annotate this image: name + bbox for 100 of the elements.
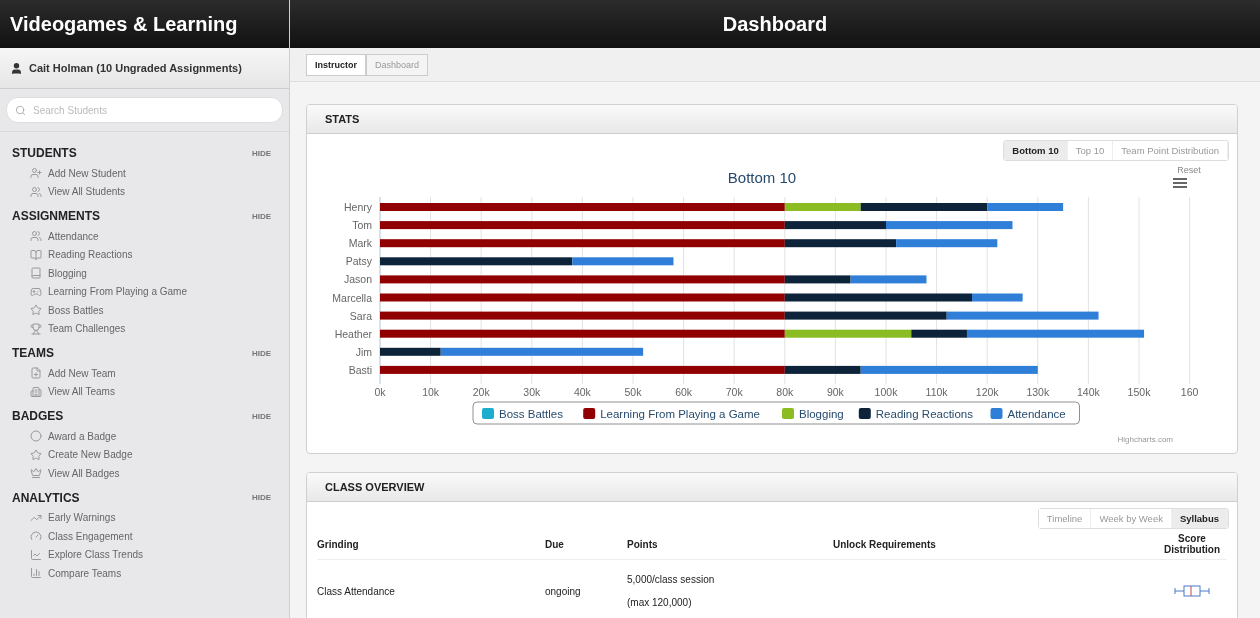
sidebar-item[interactable]: Learning From Playing a Game — [12, 282, 289, 301]
legend-label: Attendance — [1007, 408, 1066, 420]
legend-item[interactable]: Attendance — [990, 408, 1066, 420]
axis-label: Patsy — [345, 255, 372, 268]
hide-link[interactable]: HIDE — [251, 211, 271, 221]
section-title: TEAMS — [12, 346, 54, 360]
legend-item[interactable]: Learning From Playing a Game — [583, 408, 760, 420]
axis-label: 10k — [422, 386, 440, 398]
axis-label: 110k — [925, 386, 948, 398]
legend-item[interactable]: Reading Reactions — [858, 408, 973, 420]
axis-label: 40k — [573, 386, 591, 398]
item-icon — [30, 185, 42, 198]
chart-title: Bottom 10 — [727, 169, 797, 186]
sidebar-item[interactable]: Blogging — [12, 264, 289, 283]
item-icon — [30, 448, 42, 461]
column-header: Score Distribution — [1157, 529, 1227, 560]
hide-link[interactable]: HIDE — [251, 493, 271, 502]
item-icon — [30, 467, 42, 480]
axis-label: Jim — [355, 345, 372, 358]
sidebar-item[interactable]: Class Engagement — [12, 527, 289, 546]
axis-label: Heather — [334, 327, 372, 340]
item-icon — [30, 322, 42, 335]
item-icon — [30, 567, 42, 580]
item-icon — [30, 304, 42, 317]
legend-label: Blogging — [799, 408, 844, 420]
section-title: ANALYTICS — [12, 490, 80, 505]
table-cell: 5,000/class session — [627, 574, 715, 585]
axis-label: 120k — [975, 386, 999, 398]
axis-label: 30k — [523, 386, 541, 398]
sidebar-item[interactable]: Create New Badge — [12, 445, 289, 464]
section-title: ASSIGNMENTS — [12, 209, 100, 223]
axis-label: 70k — [725, 386, 743, 398]
box-plot-icon — [1174, 585, 1210, 597]
column-header: Unlock Requirements — [833, 529, 1157, 560]
axis-label: 80k — [776, 386, 794, 398]
axis-label: Henry — [344, 201, 372, 213]
axis-label: 140k — [1077, 386, 1100, 398]
sidebar-item[interactable]: Team Challenges — [12, 319, 289, 338]
axis-label: Marcella — [332, 291, 372, 304]
chart-tab[interactable]: Bottom 10 — [1004, 141, 1068, 160]
sidebar-item[interactable]: Early Warnings — [12, 508, 289, 527]
legend-label: Reading Reactions — [875, 408, 974, 420]
sidebar-item[interactable]: Explore Class Trends — [12, 545, 289, 564]
reset-label[interactable]: Reset — [1177, 165, 1201, 175]
legend-item[interactable]: Boss Battles — [482, 408, 563, 420]
axis-label: Jason — [343, 273, 372, 286]
axis-label: Sara — [349, 309, 372, 322]
sidebar-item[interactable]: Add New Student — [12, 164, 289, 183]
column-header: Points — [627, 529, 833, 560]
credit-link[interactable]: Highcharts.com — [1117, 435, 1173, 444]
breadcrumb-item[interactable]: Instructor — [306, 53, 366, 76]
axis-label: 0k — [374, 386, 386, 398]
axis-label: 90k — [826, 386, 844, 398]
axis-label: 130k — [1026, 386, 1050, 398]
axis-label: Tom — [352, 219, 372, 232]
sidebar-item[interactable]: Compare Teams — [12, 564, 289, 583]
sidebar-item[interactable]: View All Badges — [12, 464, 289, 483]
sidebar-item[interactable]: View All Teams — [12, 382, 289, 401]
search-field[interactable]: Search Students — [6, 97, 283, 123]
sidebar-item[interactable]: Add New Team — [12, 364, 289, 383]
item-icon — [30, 530, 42, 543]
axis-label: Basti — [348, 363, 372, 376]
sidebar-item[interactable]: Reading Reactions — [12, 245, 289, 264]
menu-icon[interactable] — [1173, 178, 1187, 188]
item-icon — [30, 430, 42, 443]
sidebar-item[interactable]: Award a Badge — [12, 427, 289, 446]
item-icon — [30, 267, 42, 280]
user-icon — [10, 61, 23, 75]
view-tab[interactable]: Syllabus — [1171, 509, 1228, 528]
item-icon — [30, 548, 42, 561]
sidebar-item[interactable]: Attendance — [12, 227, 289, 246]
breadcrumb-item[interactable]: Dashboard — [366, 53, 429, 76]
sidebar-item[interactable]: View All Students — [12, 182, 289, 201]
item-icon — [30, 167, 42, 180]
column-header: Due — [545, 529, 627, 560]
search-icon — [15, 104, 26, 116]
item-icon — [30, 367, 42, 380]
page-title: Dashboard — [722, 12, 828, 36]
search-input[interactable]: Search Students — [31, 103, 274, 117]
axis-label: 60k — [675, 386, 693, 398]
axis-label: 50k — [624, 386, 642, 398]
item-icon — [30, 230, 42, 243]
table-cell: ongoing — [545, 585, 581, 597]
item-icon — [30, 248, 42, 261]
axis-label: 20k — [472, 386, 490, 398]
section-title: BADGES — [12, 409, 64, 423]
legend-item[interactable]: Blogging — [782, 408, 844, 420]
table-cell: (max 120,000) — [627, 597, 692, 608]
panel-header: STATS — [307, 105, 1237, 134]
item-icon — [30, 385, 42, 398]
panel-header: CLASS OVERVIEW — [307, 473, 1237, 502]
view-tab[interactable]: Timeline — [1038, 509, 1092, 528]
sidebar-item[interactable]: Boss Battles — [12, 301, 289, 320]
section-title: STUDENTS — [12, 146, 77, 160]
app-title: Videogames & Learning — [10, 12, 238, 36]
axis-label: Mark — [348, 237, 372, 250]
hide-link[interactable]: HIDE — [251, 411, 271, 421]
legend-label: Boss Battles — [499, 408, 564, 420]
hide-link[interactable]: HIDE — [251, 348, 271, 358]
hide-link[interactable]: HIDE — [251, 148, 271, 158]
